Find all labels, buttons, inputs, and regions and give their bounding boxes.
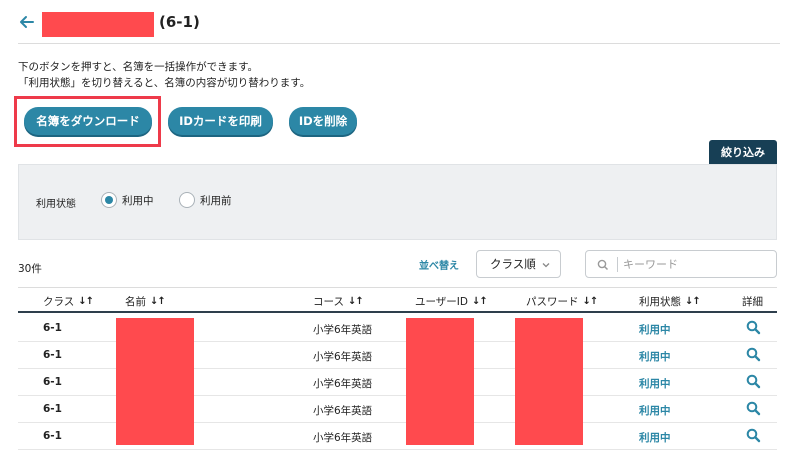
col-header-user-id-label: ユーザーID — [415, 296, 468, 308]
col-header-user-id[interactable]: ユーザーID ↓↑ — [415, 294, 488, 309]
print-id-card-button[interactable]: IDカードを印刷 — [168, 107, 273, 135]
sort-icon: ↓↑ — [150, 296, 166, 307]
cell-class: 6-1 — [43, 322, 62, 334]
cell-status[interactable]: 利用中 — [639, 322, 671, 337]
col-header-password[interactable]: パスワード ↓↑ — [526, 294, 599, 309]
detail-search-icon[interactable] — [746, 320, 761, 335]
sort-icon: ↓↑ — [685, 296, 701, 307]
filter-panel: 利用状態 利用中 利用前 — [18, 164, 777, 240]
radio-selected-indicator — [101, 192, 117, 208]
col-header-course[interactable]: コース ↓↑ — [313, 294, 364, 309]
chevron-down-icon — [542, 263, 550, 268]
cell-status[interactable]: 利用中 — [639, 403, 671, 418]
delete-id-button[interactable]: IDを削除 — [289, 107, 357, 135]
radio-status-before[interactable]: 利用前 — [179, 192, 232, 208]
sort-select[interactable]: クラス順 — [476, 250, 561, 278]
radio-label-active: 利用中 — [122, 194, 154, 207]
cell-status[interactable]: 利用中 — [639, 349, 671, 364]
sort-icon: ↓↑ — [471, 296, 488, 307]
description-line-1: 下のボタンを押すと、名簿を一括操作ができます。 — [18, 61, 259, 73]
cell-course: 小学6年英語 — [313, 324, 373, 336]
col-header-name[interactable]: 名前 ↓↑ — [125, 294, 166, 309]
detail-search-icon[interactable] — [746, 374, 761, 389]
cell-course: 小学6年英語 — [313, 378, 373, 390]
detail-search-icon[interactable] — [746, 347, 761, 362]
radio-label-before: 利用前 — [200, 194, 232, 207]
col-header-class[interactable]: クラス ↓↑ — [43, 294, 94, 309]
status-filter-label: 利用状態 — [36, 199, 76, 210]
keyword-search[interactable] — [585, 250, 777, 278]
sort-icon: ↓↑ — [582, 296, 599, 307]
col-header-detail: 詳細 — [742, 294, 763, 309]
radio-status-active[interactable]: 利用中 — [101, 192, 154, 208]
cell-status[interactable]: 利用中 — [639, 430, 671, 445]
sort-label: 並べ替え — [419, 261, 459, 272]
cell-class: 6-1 — [43, 349, 62, 361]
description: 下のボタンを押すと、名簿を一括操作ができます。 「利用状態」を切り替えると、名簿… — [18, 59, 310, 91]
cell-course: 小学6年英語 — [313, 351, 373, 363]
radio-unselected-indicator — [179, 192, 195, 208]
search-divider — [617, 257, 618, 272]
cell-status[interactable]: 利用中 — [639, 376, 671, 391]
col-header-course-label: コース — [313, 296, 344, 308]
description-line-2: 「利用状態」を切り替えると、名簿の内容が切り替わります。 — [18, 77, 311, 89]
back-arrow-icon[interactable] — [18, 13, 36, 31]
sort-select-value: クラス順 — [490, 257, 536, 271]
page-title: (6-1) — [159, 13, 200, 31]
cell-class: 6-1 — [43, 376, 62, 388]
redacted-school-name — [42, 12, 154, 37]
result-count: 30件 — [18, 263, 42, 275]
detail-search-icon[interactable] — [746, 401, 761, 416]
redacted-user-ids — [406, 318, 474, 445]
cell-class: 6-1 — [43, 403, 62, 415]
col-header-detail-label: 詳細 — [742, 296, 763, 308]
col-header-name-label: 名前 — [125, 296, 146, 308]
search-icon — [597, 259, 609, 271]
col-header-status[interactable]: 利用状態 ↓↑ — [639, 294, 701, 309]
sort-icon: ↓↑ — [347, 296, 364, 307]
cell-course: 小学6年英語 — [313, 405, 373, 417]
download-roster-button[interactable]: 名簿をダウンロード — [24, 107, 152, 135]
col-header-password-label: パスワード — [526, 296, 579, 308]
col-header-status-label: 利用状態 — [639, 296, 681, 308]
redacted-names — [116, 318, 194, 445]
detail-search-icon[interactable] — [746, 428, 761, 443]
table-header: クラス ↓↑ 名前 ↓↑ コース ↓↑ ユーザーID ↓↑ パスワード ↓↑ 利… — [18, 287, 777, 313]
sort-icon: ↓↑ — [78, 296, 94, 307]
filter-tab[interactable]: 絞り込み — [709, 140, 777, 164]
redacted-passwords — [515, 318, 583, 445]
cell-class: 6-1 — [43, 430, 62, 442]
col-header-class-label: クラス — [43, 296, 75, 308]
page-header: (6-1) — [18, 8, 780, 44]
cell-course: 小学6年英語 — [313, 432, 373, 444]
keyword-input[interactable] — [623, 255, 771, 273]
